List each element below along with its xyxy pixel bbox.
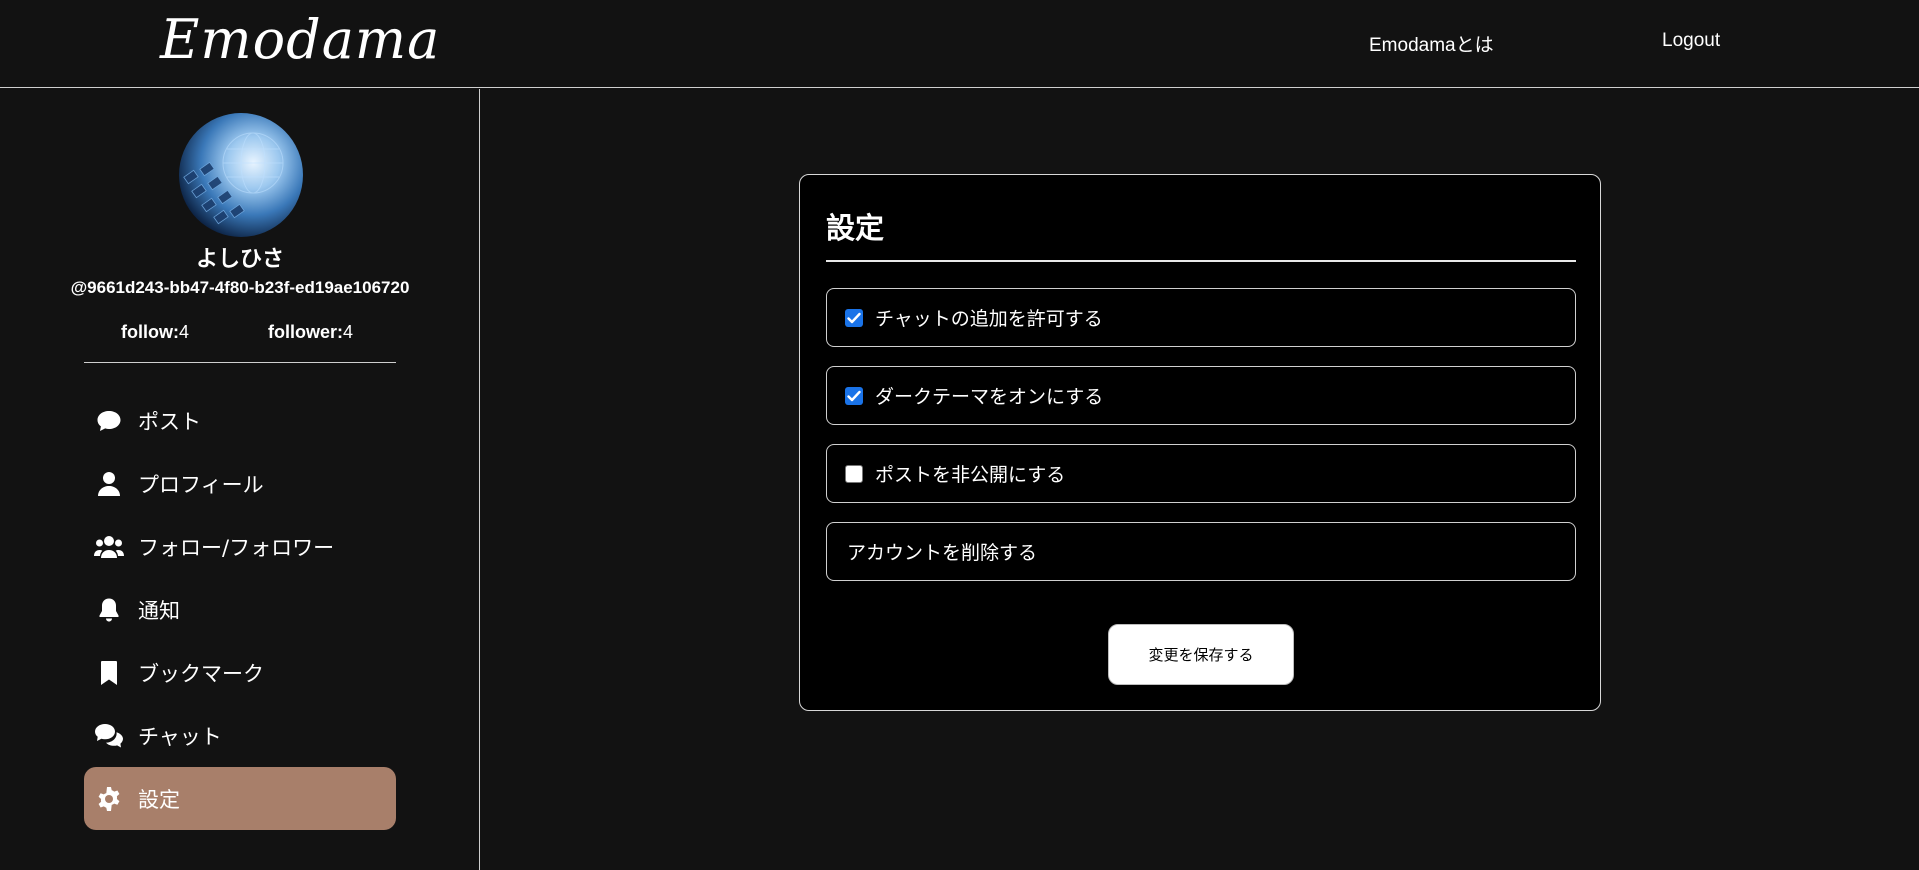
sidebar: よしひさ @9661d243-bb47-4f80-b23f-ed19ae1067… [0,89,480,870]
option-dark-theme[interactable]: ダークテーマをオンにする [826,366,1576,425]
follower-label: follower: [268,322,343,342]
avatar-image [183,132,284,225]
sidebar-item-label: 設定 [138,787,180,812]
users-icon [94,532,124,562]
dark-theme-checkbox[interactable] [845,386,863,405]
sidebar-item-label: 通知 [138,598,180,623]
sidebar-item-label: ポスト [138,409,201,434]
nav-about-link[interactable]: Emodamaとは [1369,30,1494,57]
check-icon [847,390,861,401]
top-header: Emodama Emodamaとは Logout [0,0,1919,88]
avatar[interactable] [179,113,303,237]
user-handle: @9661d243-bb47-4f80-b23f-ed19ae106720 [70,278,410,297]
check-icon [847,312,861,323]
sidebar-item-label: フォロー/フォロワー [138,535,335,560]
title-divider [826,260,1576,262]
bell-icon [94,595,124,625]
sidebar-item-follow[interactable]: フォロー/フォロワー [84,515,396,578]
follower-stat[interactable]: follower:4 [268,322,353,343]
sidebar-item-label: ブックマーク [138,661,264,686]
sidebar-menu: ポスト プロフィール フォロー/フォロワー 通知 ブックマーク チャット 設定 [84,389,396,830]
delete-account-label: アカウントを削除する [847,542,1038,564]
user-icon [94,469,124,499]
settings-card: 設定 チャットの追加を許可する ダークテーマをオンにする ポストを非公開にする … [799,174,1601,711]
private-posts-checkbox[interactable] [845,464,863,483]
option-private-posts[interactable]: ポストを非公開にする [826,444,1576,503]
gear-icon [94,784,124,814]
sidebar-item-bookmark[interactable]: ブックマーク [84,641,396,704]
follower-count: 4 [343,322,354,342]
speech-bubble-icon [94,406,124,436]
page-title: 設定 [826,211,885,245]
app-logo[interactable]: Emodama [160,8,440,71]
delete-account-button[interactable]: アカウントを削除する [826,522,1576,581]
sidebar-item-notifications[interactable]: 通知 [84,578,396,641]
sidebar-item-profile[interactable]: プロフィール [84,452,396,515]
option-label: チャットの追加を許可する [875,308,1103,330]
option-allow-chat[interactable]: チャットの追加を許可する [826,288,1576,347]
follow-stat[interactable]: follow:4 [121,322,189,343]
option-label: ダークテーマをオンにする [875,386,1104,408]
bookmark-icon [94,658,124,688]
follow-count: 4 [178,322,189,342]
sidebar-item-label: プロフィール [138,472,264,497]
chat-bubbles-icon [94,721,124,751]
sidebar-item-settings[interactable]: 設定 [84,767,396,830]
sidebar-item-chat[interactable]: チャット [84,704,396,767]
nav-logout-link[interactable]: Logout [1662,30,1720,52]
user-name: よしひさ [195,247,284,272]
sidebar-divider [84,362,396,363]
sidebar-item-label: チャット [138,724,222,749]
follow-label: follow: [121,322,179,342]
sidebar-item-post[interactable]: ポスト [84,389,396,452]
allow-chat-checkbox[interactable] [845,308,863,327]
save-button[interactable]: 変更を保存する [1108,624,1294,685]
option-label: ポストを非公開にする [875,464,1066,486]
